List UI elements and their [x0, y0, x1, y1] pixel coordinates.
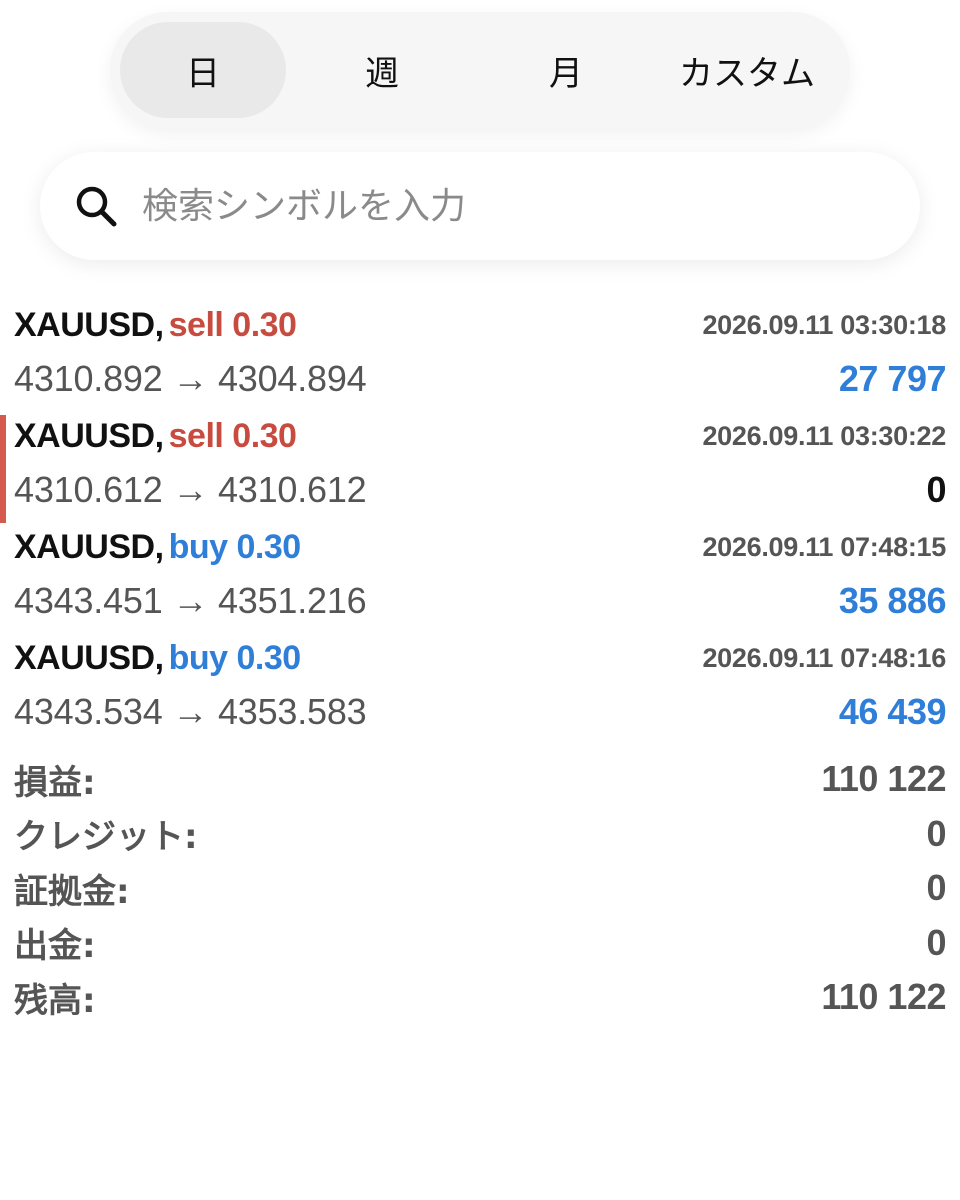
- tab-month[interactable]: 月: [478, 22, 654, 118]
- summary-profit: 損益: 110 122: [14, 752, 946, 807]
- tab-day[interactable]: 日: [120, 22, 286, 118]
- trade-time: 2026.09.11 03:30:22: [702, 420, 946, 451]
- trade-side: buy 0.30: [168, 527, 302, 566]
- trade-time: 2026.09.11 07:48:16: [702, 642, 946, 673]
- trade-prices: 4343.534 → 4353.583: [14, 691, 367, 732]
- trade-prices: 4343.451 → 4351.216: [14, 580, 367, 621]
- summary-value: 0: [926, 921, 946, 963]
- summary-label: 損益:: [14, 762, 96, 803]
- summary-value: 0: [926, 812, 946, 854]
- summary-balance: 残高: 110 122: [14, 970, 946, 1025]
- trade-symbol: XAUUSD,: [14, 638, 164, 677]
- trade-row[interactable]: XAUUSD, buy 0.30 2026.09.11 07:48:16 434…: [0, 633, 960, 744]
- summary-value: 110 122: [821, 976, 946, 1018]
- summary-label: 出金:: [14, 926, 96, 967]
- trade-time: 2026.09.11 03:30:18: [702, 309, 946, 340]
- account-summary: 損益: 110 122 クレジット: 0 証拠金: 0 出金: 0 残高: 11…: [0, 752, 960, 1025]
- trade-symbol: XAUUSD,: [14, 305, 164, 344]
- trade-profit: 0: [926, 469, 946, 510]
- summary-label: クレジット:: [14, 817, 198, 858]
- trade-prices: 4310.892 → 4304.894: [14, 358, 367, 399]
- trade-side: sell 0.30: [168, 416, 297, 455]
- trade-profit: 46 439: [838, 691, 947, 732]
- trade-row[interactable]: XAUUSD, sell 0.30 2026.09.11 03:30:18 43…: [0, 300, 960, 411]
- trade-row[interactable]: XAUUSD, buy 0.30 2026.09.11 07:48:15 434…: [0, 522, 960, 633]
- search-icon: [72, 182, 120, 230]
- summary-credit: クレジット: 0: [14, 807, 946, 862]
- trade-list: XAUUSD, sell 0.30 2026.09.11 03:30:18 43…: [0, 300, 960, 744]
- summary-value: 0: [926, 867, 946, 909]
- trade-side: sell 0.30: [168, 305, 297, 344]
- trade-profit: 35 886: [838, 580, 947, 621]
- trade-symbol: XAUUSD,: [14, 416, 164, 455]
- tab-custom[interactable]: カスタム: [654, 22, 840, 118]
- summary-value: 110 122: [821, 758, 946, 800]
- summary-label: 残高:: [14, 980, 96, 1021]
- trade-row[interactable]: XAUUSD, sell 0.30 2026.09.11 03:30:22 43…: [0, 411, 960, 523]
- summary-label: 証拠金:: [14, 871, 130, 912]
- summary-margin: 証拠金: 0: [14, 861, 946, 916]
- search-bar[interactable]: [40, 152, 920, 260]
- search-input[interactable]: [140, 184, 864, 228]
- trade-profit: 27 797: [838, 358, 947, 399]
- period-selector: 日 週 月 カスタム: [110, 12, 850, 128]
- tab-week[interactable]: 週: [286, 22, 478, 118]
- summary-withdrawal: 出金: 0: [14, 916, 946, 971]
- trade-symbol: XAUUSD,: [14, 527, 164, 566]
- trade-prices: 4310.612 → 4310.612: [14, 469, 367, 510]
- trade-side: buy 0.30: [168, 638, 302, 677]
- trade-time: 2026.09.11 07:48:15: [702, 531, 946, 562]
